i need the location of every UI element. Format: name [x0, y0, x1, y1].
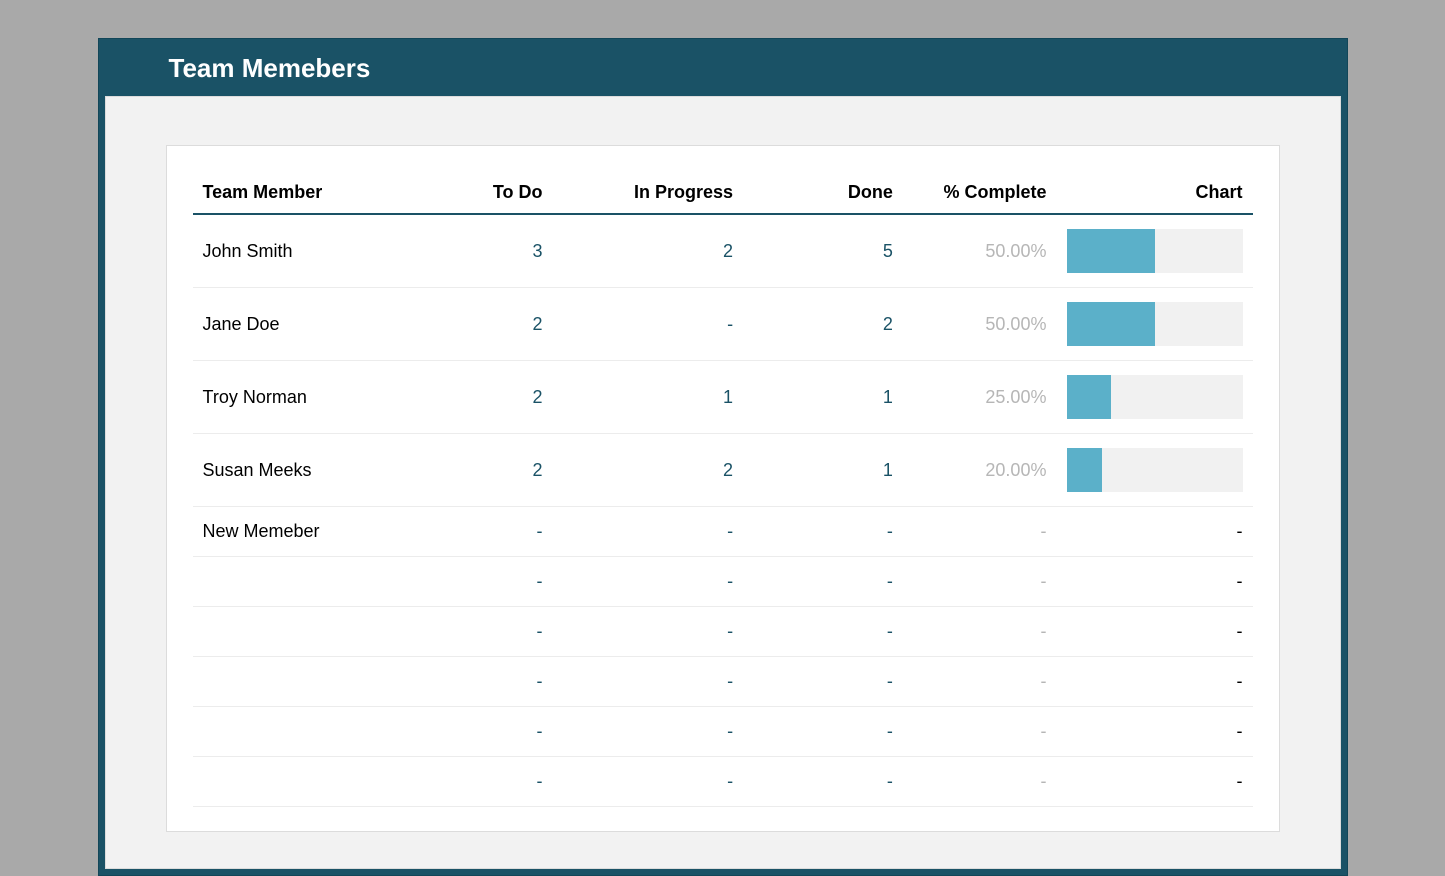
content-panel: Team Member To Do In Progress Done % Com… [105, 96, 1341, 869]
table-row: New Memeber----- [193, 507, 1253, 557]
cell-chart [1056, 288, 1252, 361]
dashboard-frame: Team Memebers Team Member To Do In Progr… [98, 38, 1348, 876]
cell-team-member [193, 657, 413, 707]
chart-dash: - [1237, 771, 1243, 791]
chart-dash: - [1237, 571, 1243, 591]
cell-in-progress: - [553, 657, 744, 707]
team-table-card: Team Member To Do In Progress Done % Com… [166, 145, 1280, 832]
cell-team-member: Susan Meeks [193, 434, 413, 507]
progress-bar-track [1067, 448, 1243, 492]
col-header-done[interactable]: Done [743, 174, 903, 214]
col-header-member[interactable]: Team Member [193, 174, 413, 214]
table-header-row: Team Member To Do In Progress Done % Com… [193, 174, 1253, 214]
cell-in-progress: - [553, 507, 744, 557]
cell-percent-complete: - [903, 757, 1057, 807]
cell-team-member: Jane Doe [193, 288, 413, 361]
chart-dash: - [1237, 721, 1243, 741]
cell-in-progress: - [553, 707, 744, 757]
cell-todo: - [413, 607, 553, 657]
cell-done: - [743, 557, 903, 607]
table-row: Jane Doe2-250.00% [193, 288, 1253, 361]
cell-in-progress: - [553, 607, 744, 657]
cell-team-member [193, 757, 413, 807]
cell-done: - [743, 707, 903, 757]
cell-todo: - [413, 757, 553, 807]
cell-in-progress: - [553, 757, 744, 807]
table-row: ----- [193, 657, 1253, 707]
cell-todo: - [413, 657, 553, 707]
table-row: ----- [193, 707, 1253, 757]
cell-in-progress: - [553, 557, 744, 607]
table-row: Susan Meeks22120.00% [193, 434, 1253, 507]
cell-chart [1056, 434, 1252, 507]
cell-chart: - [1056, 507, 1252, 557]
cell-percent-complete: 20.00% [903, 434, 1057, 507]
cell-chart [1056, 214, 1252, 288]
table-row: Troy Norman21125.00% [193, 361, 1253, 434]
cell-chart [1056, 361, 1252, 434]
cell-in-progress: 2 [553, 214, 744, 288]
cell-percent-complete: 50.00% [903, 214, 1057, 288]
cell-in-progress: 1 [553, 361, 744, 434]
cell-todo: - [413, 557, 553, 607]
col-header-chart[interactable]: Chart [1056, 174, 1252, 214]
cell-todo: 2 [413, 361, 553, 434]
cell-team-member [193, 607, 413, 657]
cell-percent-complete: - [903, 507, 1057, 557]
col-header-percent-complete[interactable]: % Complete [903, 174, 1057, 214]
cell-team-member: Troy Norman [193, 361, 413, 434]
cell-percent-complete: 50.00% [903, 288, 1057, 361]
col-header-todo[interactable]: To Do [413, 174, 553, 214]
progress-bar-track [1067, 375, 1243, 419]
cell-done: - [743, 507, 903, 557]
chart-dash: - [1237, 621, 1243, 641]
cell-percent-complete: - [903, 557, 1057, 607]
progress-bar-fill [1067, 302, 1155, 346]
chart-dash: - [1237, 671, 1243, 691]
cell-chart: - [1056, 757, 1252, 807]
cell-team-member: John Smith [193, 214, 413, 288]
progress-bar-fill [1067, 229, 1155, 273]
cell-todo: 2 [413, 288, 553, 361]
cell-team-member [193, 707, 413, 757]
table-row: John Smith32550.00% [193, 214, 1253, 288]
progress-bar-fill [1067, 448, 1102, 492]
cell-done: - [743, 657, 903, 707]
cell-todo: 3 [413, 214, 553, 288]
cell-in-progress: - [553, 288, 744, 361]
progress-bar-fill [1067, 375, 1111, 419]
cell-percent-complete: 25.00% [903, 361, 1057, 434]
cell-done: - [743, 607, 903, 657]
cell-chart: - [1056, 607, 1252, 657]
table-row: ----- [193, 557, 1253, 607]
cell-todo: 2 [413, 434, 553, 507]
progress-bar-track [1067, 229, 1243, 273]
cell-todo: - [413, 707, 553, 757]
table-row: ----- [193, 607, 1253, 657]
cell-chart: - [1056, 557, 1252, 607]
cell-done: 5 [743, 214, 903, 288]
cell-done: - [743, 757, 903, 807]
cell-team-member [193, 557, 413, 607]
page-title: Team Memebers [105, 39, 1341, 96]
progress-bar-track [1067, 302, 1243, 346]
chart-dash: - [1237, 521, 1243, 541]
cell-in-progress: 2 [553, 434, 744, 507]
cell-done: 1 [743, 434, 903, 507]
team-members-table: Team Member To Do In Progress Done % Com… [193, 174, 1253, 807]
cell-percent-complete: - [903, 607, 1057, 657]
col-header-in-progress[interactable]: In Progress [553, 174, 744, 214]
cell-done: 1 [743, 361, 903, 434]
cell-percent-complete: - [903, 657, 1057, 707]
cell-chart: - [1056, 707, 1252, 757]
cell-team-member: New Memeber [193, 507, 413, 557]
cell-todo: - [413, 507, 553, 557]
cell-percent-complete: - [903, 707, 1057, 757]
table-row: ----- [193, 757, 1253, 807]
cell-chart: - [1056, 657, 1252, 707]
cell-done: 2 [743, 288, 903, 361]
